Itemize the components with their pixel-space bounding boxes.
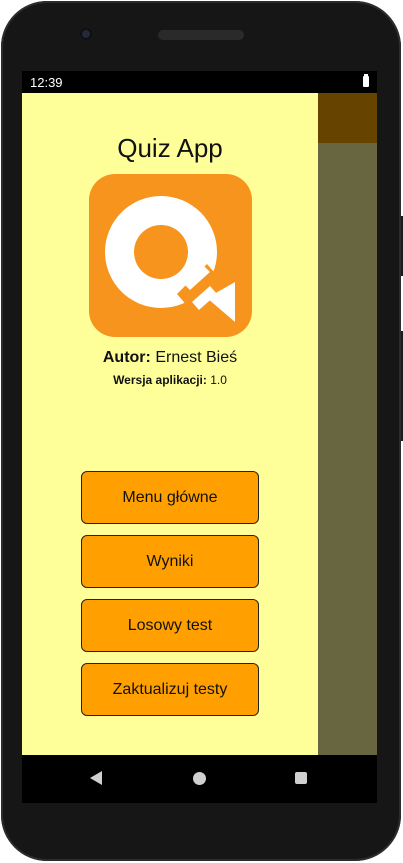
status-time: 12:39 bbox=[30, 75, 63, 90]
random-test-button[interactable]: Losowy test bbox=[81, 599, 259, 652]
update-tests-button[interactable]: Zaktualizuj testy bbox=[81, 663, 259, 716]
results-button[interactable]: Wyniki bbox=[81, 535, 259, 588]
home-icon[interactable] bbox=[193, 772, 206, 785]
version-line: Wersja aplikacji: 1.0 bbox=[22, 373, 318, 387]
author-label: Autor: bbox=[102, 349, 151, 366]
version-value: 1.0 bbox=[210, 373, 227, 387]
author-name: Ernest Bieś bbox=[155, 349, 238, 366]
status-bar: 12:39 bbox=[22, 71, 377, 93]
quiz-q-logo-icon bbox=[89, 174, 252, 337]
recents-icon[interactable] bbox=[295, 772, 307, 784]
main-menu-button[interactable]: Menu główne bbox=[81, 471, 259, 524]
phone-frame: 12:39 Quiz App Autor: Ernest Bieś Wersja… bbox=[1, 1, 403, 861]
navigation-drawer: Quiz App Autor: Ernest Bieś Wersja aplik… bbox=[22, 93, 318, 755]
back-icon[interactable] bbox=[90, 771, 102, 785]
front-camera bbox=[80, 28, 92, 40]
screen: 12:39 Quiz App Autor: Ernest Bieś Wersja… bbox=[22, 71, 377, 803]
battery-icon bbox=[363, 74, 369, 87]
earpiece-speaker bbox=[158, 30, 244, 40]
system-nav-bar bbox=[22, 755, 377, 803]
author-line: Autor: Ernest Bieś bbox=[22, 349, 318, 367]
app-title: Quiz App bbox=[117, 133, 223, 163]
version-label: Wersja aplikacji: bbox=[113, 373, 207, 387]
